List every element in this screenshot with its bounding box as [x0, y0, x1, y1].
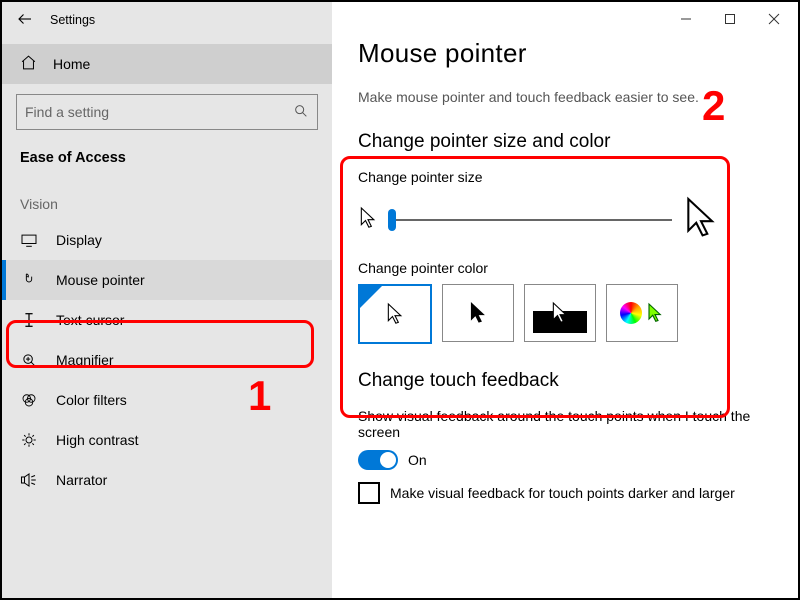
sidebar-item-label: Narrator — [56, 472, 107, 488]
text-cursor-icon — [20, 311, 38, 329]
color-wheel-icon — [620, 302, 642, 324]
sidebar-item-label: Color filters — [56, 392, 127, 408]
high-contrast-icon — [20, 431, 38, 449]
sidebar-category: Ease of Access — [2, 130, 332, 172]
section-size-color-title: Change pointer size and color — [358, 131, 772, 153]
pointer-size-label: Change pointer size — [358, 169, 772, 185]
display-icon — [20, 233, 38, 247]
mouse-pointer-icon — [20, 271, 38, 289]
sidebar-item-display[interactable]: Display — [2, 220, 332, 260]
color-filters-icon — [20, 391, 38, 409]
sidebar-item-high-contrast[interactable]: High contrast — [2, 420, 332, 460]
cursor-large-icon — [682, 195, 720, 244]
sidebar-item-home[interactable]: Home — [2, 44, 332, 84]
settings-main: Mouse pointer Make mouse pointer and tou… — [332, 2, 798, 598]
pointer-color-black[interactable] — [442, 284, 514, 342]
touch-feedback-toggle-label: On — [408, 452, 427, 468]
home-icon — [20, 54, 37, 74]
section-touch-title: Change touch feedback — [358, 370, 772, 392]
sidebar-item-color-filters[interactable]: Color filters — [2, 380, 332, 420]
magnifier-icon — [20, 352, 38, 369]
sidebar-item-label: Text cursor — [56, 312, 124, 328]
pointer-color-label: Change pointer color — [358, 260, 772, 276]
darker-feedback-label: Make visual feedback for touch points da… — [390, 485, 735, 501]
page-title: Mouse pointer — [358, 38, 772, 69]
touch-feedback-toggle[interactable] — [358, 450, 398, 470]
home-label: Home — [53, 56, 90, 72]
cursor-small-icon — [358, 206, 378, 233]
sidebar-item-label: Display — [56, 232, 102, 248]
pointer-color-inverted[interactable] — [524, 284, 596, 342]
pointer-size-slider[interactable] — [392, 219, 672, 221]
search-placeholder: Find a setting — [25, 104, 109, 120]
sidebar-item-label: Mouse pointer — [56, 272, 145, 288]
search-icon — [293, 103, 309, 122]
back-icon[interactable] — [16, 10, 34, 31]
settings-sidebar: Settings Home Find a setting Ease of Acc… — [2, 2, 332, 598]
sidebar-item-narrator[interactable]: Narrator — [2, 460, 332, 500]
darker-feedback-checkbox[interactable] — [358, 482, 380, 504]
sidebar-item-label: Magnifier — [56, 352, 114, 368]
sidebar-item-text-cursor[interactable]: Text cursor — [2, 300, 332, 340]
search-input[interactable]: Find a setting — [16, 94, 318, 130]
page-subtitle: Make mouse pointer and touch feedback ea… — [358, 89, 772, 105]
sidebar-item-label: High contrast — [56, 432, 138, 448]
touch-feedback-desc: Show visual feedback around the touch po… — [358, 408, 758, 440]
pointer-color-white[interactable]: ✓ — [358, 284, 432, 344]
pointer-color-custom[interactable] — [606, 284, 678, 342]
app-title: Settings — [50, 13, 95, 27]
sidebar-item-magnifier[interactable]: Magnifier — [2, 340, 332, 380]
sidebar-item-mouse-pointer[interactable]: Mouse pointer — [2, 260, 332, 300]
narrator-icon — [20, 472, 38, 488]
sidebar-subcategory: Vision — [2, 172, 332, 220]
